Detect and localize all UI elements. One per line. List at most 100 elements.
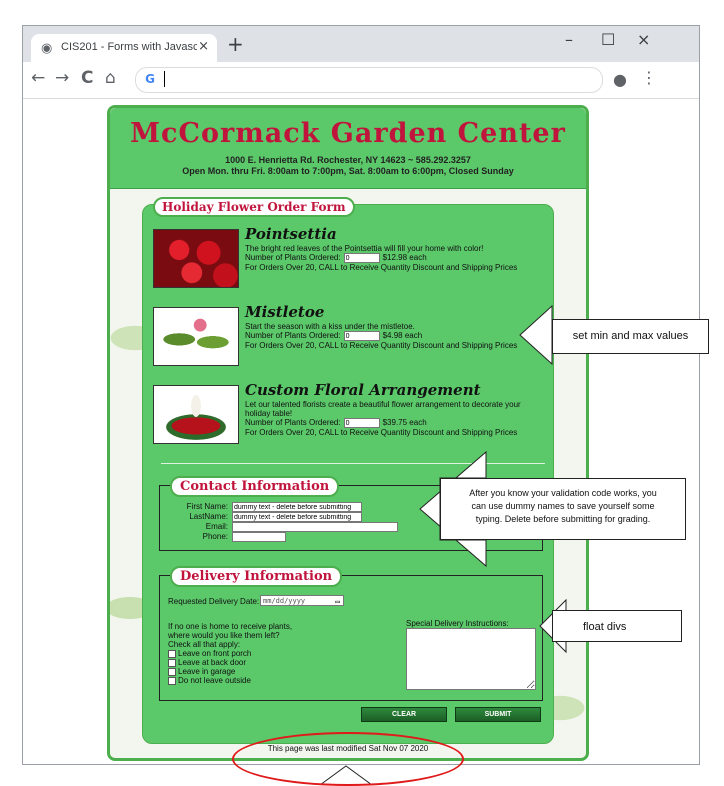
option-front-porch[interactable]: Leave on front porch [168,649,251,658]
phone-field[interactable] [232,532,286,542]
price: $39.75 each [382,418,427,428]
divider [161,463,545,464]
google-icon: G [145,72,155,86]
product-name: Pointsettia [245,225,337,243]
account-icon[interactable]: ● [613,70,627,89]
calendar-icon[interactable]: ▭ [335,596,340,607]
last-name-field[interactable] [232,512,362,522]
callout-minmax: set min and max values [552,319,709,354]
browser-window: ◉ CIS201 - Forms with Javascript va × + … [22,25,700,765]
contact-legend: Contact Information [170,476,340,497]
callout-floats: float divs [552,610,682,642]
delivery-date-input[interactable]: mm/dd/yyyy ▭ [260,595,344,606]
maximize-button[interactable]: ☐ [601,30,615,49]
new-tab-button[interactable]: + [227,32,244,56]
checkbox[interactable] [168,667,176,676]
quantity-label: Number of Plants Ordered: [245,253,341,263]
quantity-input[interactable] [343,331,380,341]
checkbox-label: Leave in garage [178,667,236,676]
delivery-question-line2: where would you like them left? [168,631,280,640]
last-name-row: LastName: [160,512,362,522]
product-description: Start the season with a kiss under the m… [245,322,415,331]
product-pointsettia: Pointsettia The bright red leaves of the… [153,225,553,289]
option-garage[interactable]: Leave in garage [168,667,235,676]
site-title: McCormack Garden Center [130,118,566,149]
quantity-row: Number of Plants Ordered: $4.98 each [245,331,422,341]
address-bar[interactable]: G [135,67,603,93]
checkbox-label: Do not leave outside [178,676,251,685]
quantity-note: For Orders Over 20, CALL to Receive Quan… [245,263,518,272]
callout-dummy-line1: After you know your validation code work… [469,488,657,498]
phone-row: Phone: [160,532,286,542]
email-label: Email: [205,522,228,532]
first-name-field[interactable] [232,502,362,512]
option-do-not-leave[interactable]: Do not leave outside [168,676,251,685]
highlight-ellipse [232,732,464,786]
checkbox-label: Leave on front porch [178,649,252,658]
home-button[interactable]: ⌂ [105,68,116,88]
pointsettia-image [153,229,239,288]
instructions-textarea[interactable] [406,628,536,690]
form-legend: Holiday Flower Order Form [153,197,355,217]
date-placeholder: mm/dd/yyyy [263,597,306,605]
option-back-door[interactable]: Leave at back door [168,658,246,667]
quantity-note: For Orders Over 20, CALL to Receive Quan… [245,428,518,437]
browser-tab[interactable]: ◉ CIS201 - Forms with Javascript va × [31,34,217,62]
arrangement-image [153,385,239,444]
instructions-label: Special Delivery Instructions: [406,619,509,628]
email-field[interactable] [232,522,398,532]
menu-icon[interactable]: ⋮ [641,68,657,87]
product-description: The bright red leaves of the Pointsettia… [245,244,484,253]
delivery-question-line3: Check all that apply: [168,640,241,649]
mistletoe-image [153,307,239,366]
site-header: McCormack Garden Center 1000 E. Henriett… [110,108,586,189]
delivery-date-label: Requested Delivery Date: [168,597,260,606]
email-row: Email: [160,522,398,532]
page-container: McCormack Garden Center 1000 E. Henriett… [107,105,589,761]
quantity-input[interactable] [343,418,380,428]
first-name-row: First Name: [160,502,362,512]
product-mistletoe: Mistletoe Start the season with a kiss u… [153,303,553,367]
forward-button[interactable]: → [55,68,69,88]
back-button[interactable]: ← [31,68,45,88]
page-viewport: McCormack Garden Center 1000 E. Henriett… [23,99,699,764]
quantity-label: Number of Plants Ordered: [245,418,341,428]
product-name: Custom Floral Arrangement [245,381,481,399]
submit-button[interactable]: SUBMIT [455,707,541,722]
minimize-button[interactable]: – [565,30,573,49]
checkbox[interactable] [168,658,176,667]
clear-button[interactable]: CLEAR [361,707,447,722]
browser-toolbar: ← → C ⌂ G ● ⋮ [23,62,699,99]
delivery-fieldset: Delivery Information Requested Delivery … [159,566,543,701]
price: $4.98 each [382,331,423,341]
checkbox-label: Leave at back door [178,658,247,667]
callout-dummy-names: After you know your validation code work… [440,478,686,540]
callout-dummy-line2: can use dummy names to save yourself som… [471,501,655,511]
phone-label: Phone: [202,532,228,542]
order-form: Holiday Flower Order Form Pointsettia Th… [142,197,554,744]
product-description: Let our talented florists create a beaut… [245,400,521,418]
last-name-label: LastName: [189,512,228,522]
product-name: Mistletoe [245,303,325,321]
site-hours: Open Mon. thru Fri. 8:00am to 7:00pm, Sa… [182,166,514,176]
reload-button[interactable]: C [81,68,93,88]
price: $12.98 each [382,253,427,263]
title-bar: ◉ CIS201 - Forms with Javascript va × + … [23,26,699,62]
tab-close-icon[interactable]: × [198,39,209,54]
text-caret [164,71,165,87]
quantity-row: Number of Plants Ordered: $39.75 each [245,418,427,428]
delivery-legend: Delivery Information [170,566,343,587]
delivery-question-line1: If no one is home to receive plants, [168,622,293,631]
callout-dummy-line3: typing. Delete before submitting for gra… [475,514,651,524]
checkbox[interactable] [168,649,176,658]
globe-icon: ◉ [41,41,53,56]
quantity-input[interactable] [343,253,380,263]
first-name-label: First Name: [186,502,228,512]
quantity-note: For Orders Over 20, CALL to Receive Quan… [245,341,518,350]
quantity-row: Number of Plants Ordered: $12.98 each [245,253,427,263]
site-address: 1000 E. Henrietta Rd. Rochester, NY 1462… [225,155,471,165]
close-window-button[interactable]: × [637,30,650,49]
checkbox[interactable] [168,676,176,685]
product-arrangement: Custom Floral Arrangement Let our talent… [153,381,553,445]
quantity-label: Number of Plants Ordered: [245,331,341,341]
